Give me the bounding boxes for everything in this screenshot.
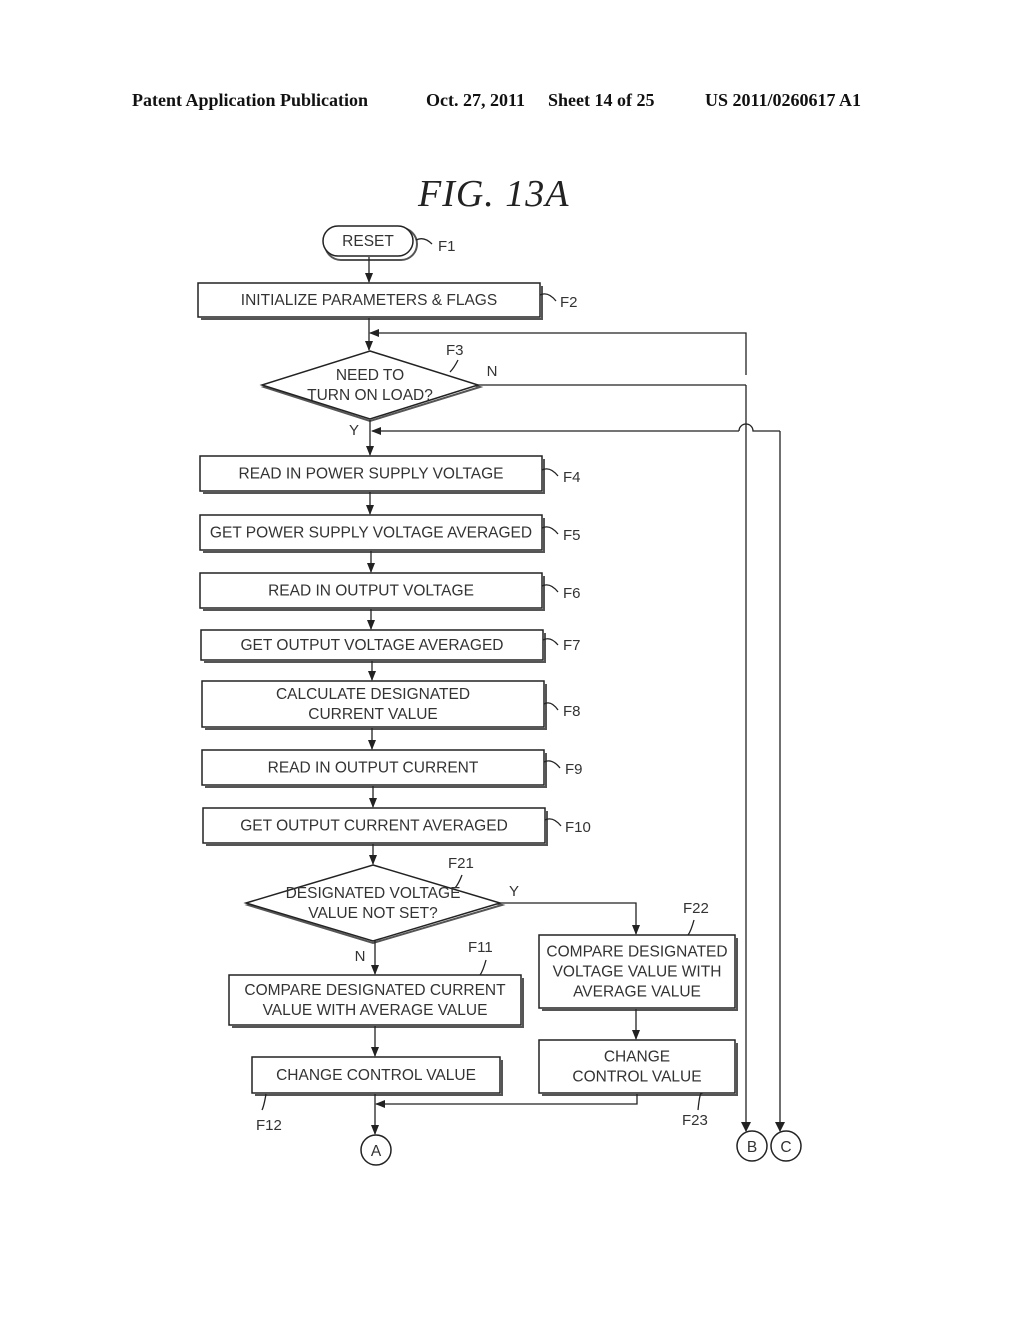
ref-label-f3: F3 <box>446 342 464 359</box>
ref-label-f4: F4 <box>563 469 581 486</box>
step-f8-text: CURRENT VALUE <box>308 706 437 723</box>
ref-label-f2: F2 <box>560 294 578 311</box>
connector-c-label: C <box>780 1139 791 1156</box>
ref-f11-leader <box>479 959 487 976</box>
ref-label-f8: F8 <box>563 703 581 720</box>
branch-label-f3-no: N <box>487 363 498 380</box>
decision-f3-diamond <box>259 350 481 420</box>
ref-label-f5: F5 <box>563 527 581 544</box>
decision-f3-text: TURN ON LOAD? <box>307 387 433 404</box>
step-f5-text: GET POWER SUPPLY VOLTAGE AVERAGED <box>210 525 532 542</box>
branch-label-f21-no: N <box>355 948 366 965</box>
ref-label-f6: F6 <box>563 585 581 602</box>
step-f22-text: COMPARE DESIGNATED <box>546 944 727 961</box>
branch-label-f21-yes: Y <box>509 883 519 900</box>
flowchart: RESET F1 INITIALIZE PARAMETERS & FLAGS F2 NE… <box>197 225 802 1166</box>
ref-f12-leader <box>261 1093 267 1111</box>
arrow-f21-f22 <box>500 902 640 935</box>
step-f23-text: CHANGE <box>604 1049 670 1066</box>
ref-label-f22: F22 <box>683 900 709 917</box>
step-f2-text: INITIALIZE PARAMETERS & FLAGS <box>241 292 497 309</box>
ref-label-f10: F10 <box>565 819 591 836</box>
ref-f1-leader <box>415 238 433 245</box>
decision-f21-text: DESIGNATED VOLTAGE <box>286 885 461 902</box>
connector-b-label: B <box>747 1139 757 1156</box>
step-f12-text: CHANGE CONTROL VALUE <box>276 1067 476 1084</box>
step-f23-text: CONTROL VALUE <box>572 1069 701 1086</box>
step-f4-text: READ IN POWER SUPPLY VOLTAGE <box>239 466 504 483</box>
ref-label-f1: F1 <box>438 238 456 255</box>
ref-label-f7: F7 <box>563 637 581 654</box>
step-f11-text: VALUE WITH AVERAGE VALUE <box>263 1002 488 1019</box>
step-f9-text: READ IN OUTPUT CURRENT <box>268 760 479 777</box>
step-f22-text: VOLTAGE VALUE WITH <box>553 964 722 981</box>
ref-label-f23: F23 <box>682 1112 708 1129</box>
ref-label-f12: F12 <box>256 1117 282 1134</box>
connector-a-label: A <box>371 1143 382 1160</box>
step-f8-text: CALCULATE DESIGNATED <box>276 686 470 703</box>
step-f10-text: GET OUTPUT CURRENT AVERAGED <box>240 818 508 835</box>
branch-label-f3-yes: Y <box>349 422 359 439</box>
step-f7-text: GET OUTPUT VOLTAGE AVERAGED <box>241 637 504 654</box>
decision-f21-text: VALUE NOT SET? <box>308 905 438 922</box>
ref-f3-leader <box>449 359 459 373</box>
decision-f3-text: NEED TO <box>336 367 404 384</box>
ref-label-f11: F11 <box>468 939 493 956</box>
step-f1-text: RESET <box>342 233 394 250</box>
line-crossover-hop <box>738 423 780 432</box>
ref-label-f21: F21 <box>448 855 474 872</box>
ref-label-f9: F9 <box>565 761 583 778</box>
step-f22-text: AVERAGE VALUE <box>573 984 701 1001</box>
step-f11-text: COMPARE DESIGNATED CURRENT <box>244 982 506 999</box>
ref-f22-leader <box>687 919 695 936</box>
step-f6-text: READ IN OUTPUT VOLTAGE <box>268 583 474 600</box>
